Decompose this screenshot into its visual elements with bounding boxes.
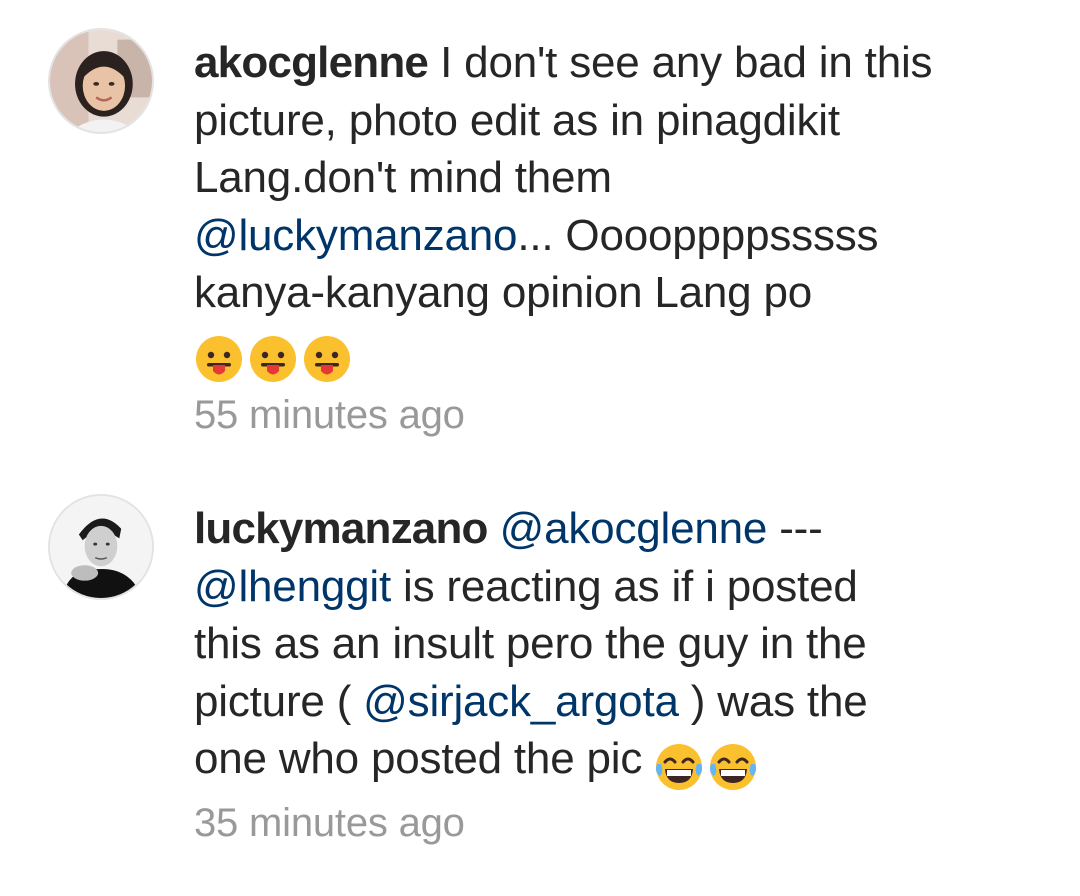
comment-text: luckymanzano @akocglenne --- @lhenggit i… [194, 500, 1054, 794]
comment-username[interactable]: akocglenne [194, 38, 429, 87]
tongue-face-emoji-icon [248, 334, 298, 384]
mention-link[interactable]: @sirjack_argota [363, 677, 679, 726]
comment-text-fragment: picture ( [194, 676, 364, 726]
mention-link[interactable]: @lhenggit [194, 562, 391, 611]
avatar-image [50, 30, 152, 132]
mention-link[interactable]: @akocglenne [500, 504, 768, 553]
tears-of-joy-emoji-icon [708, 742, 758, 792]
avatar-image [50, 496, 152, 598]
comment-text-line: I don't see any bad in this [440, 38, 933, 87]
tongue-face-emoji-icon [194, 334, 244, 384]
tears-of-joy-emoji-icon [654, 742, 704, 792]
comment-username[interactable]: luckymanzano [194, 504, 488, 553]
tongue-face-emoji-icon [302, 334, 352, 384]
comment-text-fragment: ... Ooooppppsssss [517, 210, 879, 260]
comment-timestamp: 55 minutes ago [194, 393, 465, 437]
comment-text-fragment: ) was the [678, 676, 868, 726]
avatar-akocglenne[interactable] [48, 28, 154, 134]
emoji-group [194, 328, 356, 386]
comment-text-line: kanya-kanyang opinion Lang po [194, 268, 813, 317]
avatar-luckymanzano[interactable] [48, 494, 154, 600]
comment-timestamp: 35 minutes ago [194, 801, 465, 845]
mention-link[interactable]: @luckymanzano [194, 211, 518, 260]
emoji-group [654, 736, 762, 794]
comment-text-line: Lang.don't mind them [194, 153, 612, 202]
comment-text: akocglenne I don't see any bad in this p… [194, 34, 1054, 385]
comment-text-line: picture, photo edit as in pinagdikit [194, 95, 840, 145]
comment-text-fragment: --- [767, 504, 823, 553]
comment-text-line: this as an insult pero the guy in the [194, 619, 867, 668]
comment-text-fragment: one who posted the pic [194, 734, 655, 783]
comment-text-fragment: is reacting as if i posted [391, 561, 858, 611]
